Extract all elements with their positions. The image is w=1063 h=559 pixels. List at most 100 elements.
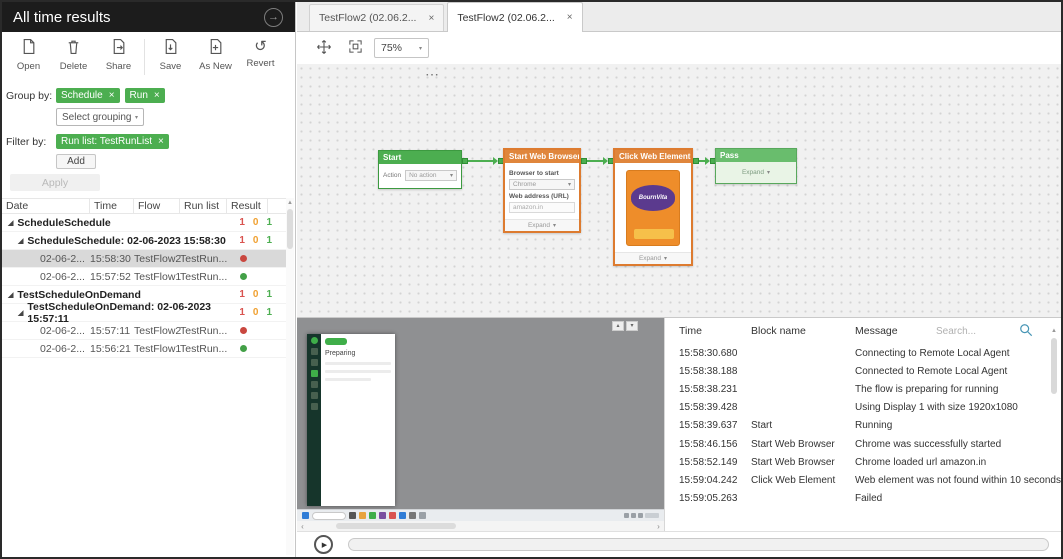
log-row: 15:58:39.637 Start Running — [679, 420, 893, 432]
result-passed-icon — [239, 273, 247, 280]
delete-button[interactable]: Delete — [51, 38, 96, 72]
results-table-header: Date Time Flow Run list Result — [2, 198, 288, 214]
save-as-new-button[interactable]: As New — [193, 38, 238, 72]
group-by-section: Group by: Schedule × Run × Select groupi… — [6, 88, 165, 126]
column-header-result[interactable]: Result — [227, 199, 268, 213]
add-filter-button[interactable]: Add — [56, 154, 96, 169]
page-title: All time results — [13, 8, 111, 26]
scrollbar-thumb[interactable] — [287, 209, 293, 249]
recorded-taskbar — [297, 509, 664, 521]
result-row[interactable]: 02-06-2... 15:57:11 TestFlow2 TestRun... — [2, 322, 288, 340]
remove-tag-icon[interactable]: × — [109, 90, 115, 101]
scroll-up-icon[interactable]: ▲ — [286, 198, 294, 208]
group-row[interactable]: ◢ ScheduleSchedule: 02-06-2023 15:58:30 … — [2, 232, 288, 250]
block-start[interactable]: Start Action No action ▾ — [378, 150, 462, 189]
forward-arrow-button[interactable]: → — [264, 7, 283, 27]
group-row[interactable]: ◢ ScheduleSchedule 101 — [2, 214, 288, 232]
zoom-level-value: 75% — [381, 42, 403, 54]
block-title: Click Web Element — [615, 150, 691, 163]
close-icon[interactable]: × — [428, 13, 434, 24]
column-header-runlist[interactable]: Run list — [180, 199, 227, 213]
scroll-right-icon[interactable]: › — [653, 522, 664, 531]
failed-count: 1 — [239, 307, 245, 318]
log-column-block[interactable]: Block name — [751, 325, 855, 337]
passed-count: 1 — [266, 307, 272, 318]
app-window: All time results → Open Delete Share Sav… — [0, 0, 1063, 559]
chevron-down-icon: ▾ — [567, 182, 571, 188]
revert-button[interactable]: ↺ Revert — [238, 38, 283, 69]
close-icon[interactable]: × — [567, 12, 573, 23]
tree-expanded-icon[interactable]: ◢ — [8, 219, 13, 227]
scroll-up-icon[interactable]: ▲ — [1050, 326, 1058, 336]
result-row[interactable]: 02-06-2... 15:56:21 TestFlow1 TestRun... — [2, 340, 288, 358]
save-button[interactable]: Save — [148, 38, 193, 72]
remove-tag-icon[interactable]: × — [158, 136, 164, 147]
remove-tag-icon[interactable]: × — [154, 90, 160, 101]
zoom-level-dropdown[interactable]: 75% ▾ — [374, 38, 429, 58]
apply-button[interactable]: Apply — [10, 174, 100, 191]
log-scrollbar[interactable]: ▲ — [1050, 326, 1058, 523]
log-table-body: 15:58:30.680 Connecting to Remote Local A… — [665, 344, 1061, 508]
results-header: All time results → — [2, 2, 295, 32]
search-icon[interactable] — [1019, 323, 1033, 340]
tree-expanded-icon[interactable]: ◢ — [18, 309, 23, 317]
scrollbar-thumb[interactable] — [1051, 338, 1057, 394]
filter-tag-runlist[interactable]: Run list: TestRunList × — [56, 134, 169, 149]
log-search-input[interactable] — [936, 325, 1014, 337]
result-row-selected[interactable]: 02-06-2... 15:58:30 TestFlow2 TestRun... — [2, 250, 288, 268]
results-scrollbar[interactable]: ▲ — [286, 198, 294, 555]
fit-to-screen-button[interactable] — [343, 37, 367, 59]
scrollbar-thumb[interactable] — [336, 523, 456, 529]
tab-testflow2-run2[interactable]: TestFlow2 (02.06.2... × — [447, 2, 583, 32]
playback-timeline[interactable] — [348, 538, 1049, 551]
collapse-down-button[interactable]: ▾ — [626, 321, 638, 331]
expand-toggle[interactable]: Expand ▾ — [615, 252, 691, 264]
group-row[interactable]: ◢ TestScheduleOnDemand: 02-06-2023 15:57… — [2, 301, 288, 325]
filter-by-label: Filter by: — [6, 136, 47, 148]
connector-browser-to-click — [581, 157, 614, 165]
log-column-message[interactable]: Message — [855, 325, 936, 337]
block-pass[interactable]: Pass Expand ▾ — [715, 148, 797, 184]
block-start-web-browser[interactable]: Start Web Browser Browser to start Chrom… — [503, 148, 581, 233]
action-dropdown[interactable]: No action ▾ — [405, 170, 457, 181]
more-options-button[interactable]: ⋯ — [425, 66, 439, 83]
log-column-time[interactable]: Time — [679, 325, 751, 337]
browser-dropdown[interactable]: Chrome ▾ — [509, 179, 575, 190]
block-title: Start Web Browser — [505, 150, 579, 163]
recorded-window-text: Preparing — [325, 350, 356, 357]
play-button[interactable]: ▶ — [314, 535, 333, 554]
preview-horizontal-scrollbar[interactable]: ‹ › — [297, 521, 664, 531]
failed-count: 1 — [239, 289, 245, 300]
flow-canvas[interactable]: ⋯ Start Action No action ▾ Start Web Bro… — [297, 64, 1061, 318]
url-field[interactable]: amazon.in — [509, 202, 575, 213]
result-row[interactable]: 02-06-2... 15:57:52 TestFlow1 TestRun... — [2, 268, 288, 286]
collapse-up-button[interactable]: ▴ — [612, 321, 624, 331]
fit-screen-icon — [348, 39, 363, 57]
group-by-label: Group by: — [6, 90, 53, 102]
group-tag-run[interactable]: Run × — [124, 88, 165, 103]
block-title: Start — [379, 151, 461, 164]
tree-expanded-icon[interactable]: ◢ — [18, 237, 23, 245]
column-header-date[interactable]: Date — [2, 199, 90, 213]
result-failed-icon — [239, 255, 247, 262]
tree-expanded-icon[interactable]: ◢ — [8, 291, 13, 299]
passed-count: 1 — [266, 289, 272, 300]
warning-count: 0 — [252, 307, 259, 318]
run-video-preview: ▴ ▾ Preparing — [297, 318, 664, 521]
scroll-left-icon[interactable]: ‹ — [297, 522, 308, 531]
column-header-time[interactable]: Time — [90, 199, 134, 213]
share-button[interactable]: Share — [96, 38, 141, 72]
warning-count: 0 — [252, 217, 259, 228]
failed-count: 1 — [239, 235, 245, 246]
column-header-flow[interactable]: Flow — [134, 199, 180, 213]
expand-toggle[interactable]: Expand ▾ — [505, 219, 579, 231]
browser-to-start-label: Browser to start — [509, 170, 559, 177]
tab-testflow2-run1[interactable]: TestFlow2 (02.06.2... × — [309, 4, 445, 31]
block-click-web-element[interactable]: Click Web Element BournVita Expand ▾ — [613, 148, 693, 266]
expand-toggle[interactable]: Expand ▾ — [716, 162, 796, 183]
pan-tool-button[interactable] — [312, 37, 336, 59]
group-tag-schedule[interactable]: Schedule × — [56, 88, 120, 103]
open-button[interactable]: Open — [6, 38, 51, 72]
log-row: 15:59:04.242 Click Web Element Web element… — [679, 474, 1061, 486]
select-grouping-dropdown[interactable]: Select grouping ▾ — [56, 108, 144, 126]
